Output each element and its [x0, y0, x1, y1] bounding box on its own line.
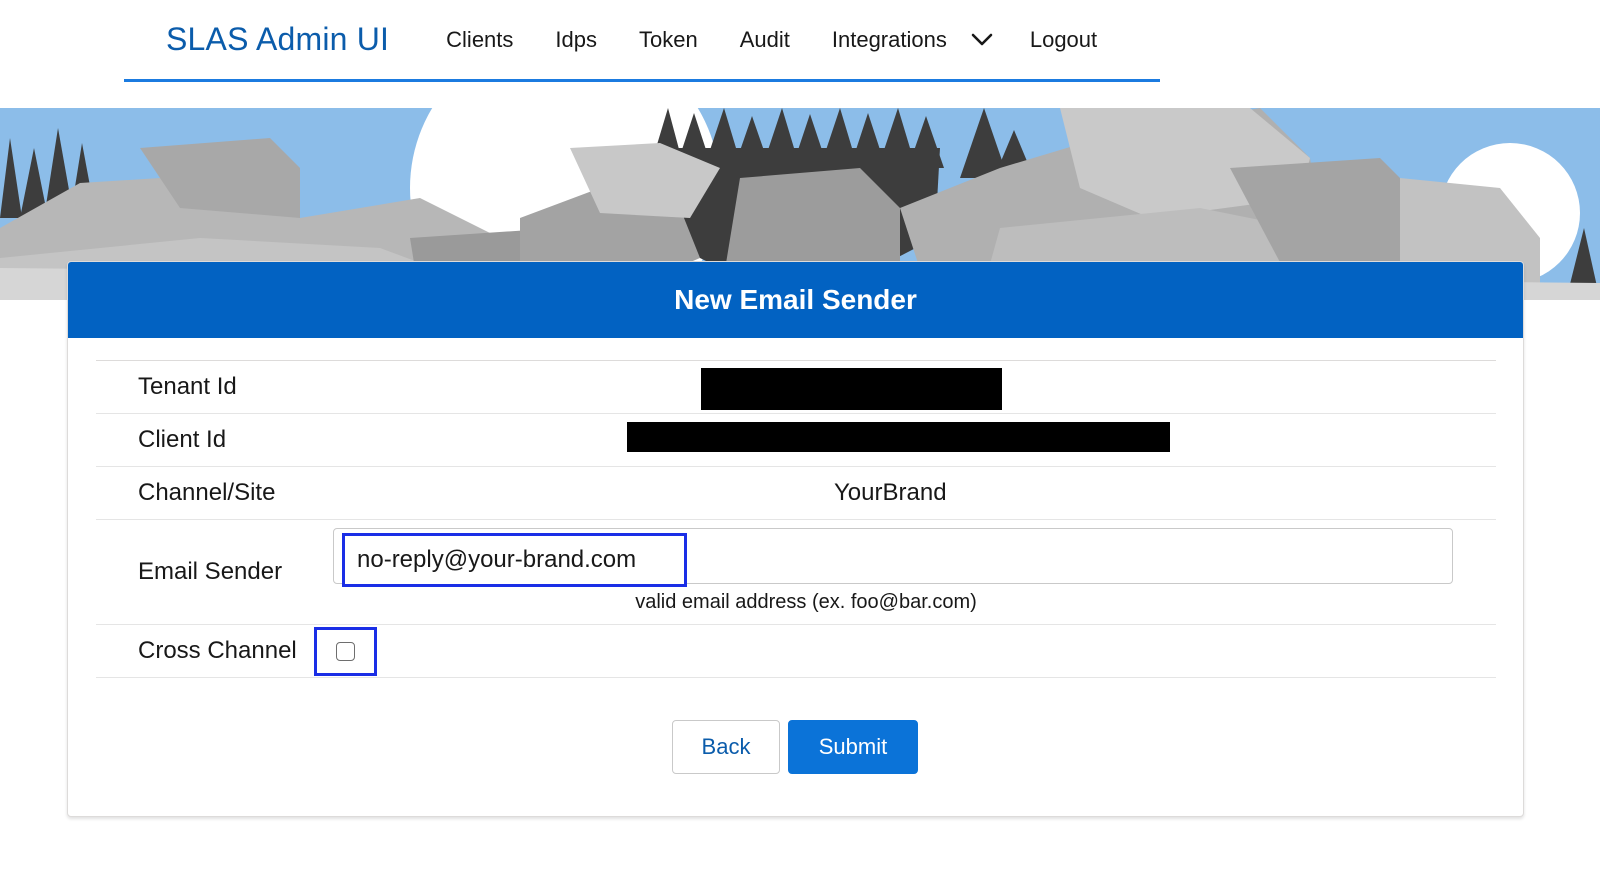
tenant-id-label: Tenant Id: [138, 373, 237, 400]
nav-logout[interactable]: Logout: [1030, 27, 1097, 53]
email-sender-label: Email Sender: [138, 558, 283, 585]
cross-channel-label: Cross Channel: [138, 637, 297, 664]
client-id-row: Client Id: [96, 414, 1496, 467]
email-sender-field[interactable]: [333, 528, 1453, 587]
nav-token[interactable]: Token: [639, 27, 698, 53]
email-sender-help-text: valid email address (ex. foo@bar.com): [635, 591, 977, 613]
nav-audit[interactable]: Audit: [740, 27, 790, 53]
chevron-down-icon[interactable]: [971, 33, 993, 47]
email-sender-row: Email Sender valid email address (ex. fo…: [96, 520, 1496, 625]
nav-clients[interactable]: Clients: [446, 27, 513, 53]
card-title: New Email Sender: [674, 284, 917, 315]
channel-site-label: Channel/Site: [138, 479, 276, 506]
submit-button[interactable]: Submit: [788, 720, 918, 774]
channel-site-value: YourBrand: [834, 479, 947, 506]
app-title[interactable]: SLAS Admin UI: [166, 21, 389, 58]
back-button[interactable]: Back: [672, 720, 780, 774]
nav-idps[interactable]: Idps: [555, 27, 597, 53]
channel-site-row: Channel/Site YourBrand: [96, 467, 1496, 520]
cross-channel-checkbox[interactable]: [336, 642, 355, 661]
nav-integrations[interactable]: Integrations: [832, 27, 1009, 53]
page: SLAS Admin UI Clients Idps Token Audit I…: [0, 0, 1600, 885]
cross-channel-checkbox-highlight: [314, 627, 377, 676]
client-id-value-redacted: [627, 422, 1170, 452]
tenant-id-value-redacted: [701, 368, 1002, 410]
card-header: New Email Sender: [68, 262, 1523, 338]
cross-channel-row: Cross Channel: [96, 625, 1496, 678]
tenant-id-row: Tenant Id: [96, 361, 1496, 414]
client-id-label: Client Id: [138, 426, 227, 453]
nav-integrations-label: Integrations: [831, 26, 947, 52]
new-email-sender-card: New Email Sender Tenant Id Client Id Cha…: [67, 261, 1524, 817]
email-sender-input[interactable]: [342, 533, 687, 587]
top-navigation: SLAS Admin UI Clients Idps Token Audit I…: [124, 0, 1160, 82]
form-table: Tenant Id Client Id Channel/Site YourBra…: [96, 360, 1496, 678]
